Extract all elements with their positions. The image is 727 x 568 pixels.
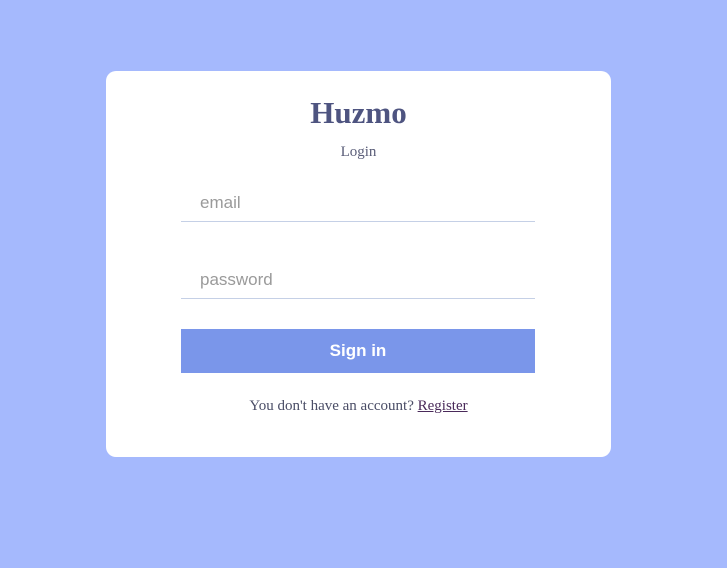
sign-in-button[interactable]: Sign in	[181, 329, 535, 373]
app-title: Huzmo	[310, 95, 407, 130]
register-prompt-text: You don't have an account?	[249, 398, 418, 414]
register-prompt: You don't have an account? Register	[106, 398, 611, 415]
page-subtitle: Login	[340, 144, 377, 160]
email-input[interactable]	[181, 184, 535, 222]
password-input[interactable]	[181, 261, 535, 299]
login-card: Huzmo Login Sign in You don't have an ac…	[106, 71, 611, 457]
register-link[interactable]: Register	[418, 398, 468, 414]
